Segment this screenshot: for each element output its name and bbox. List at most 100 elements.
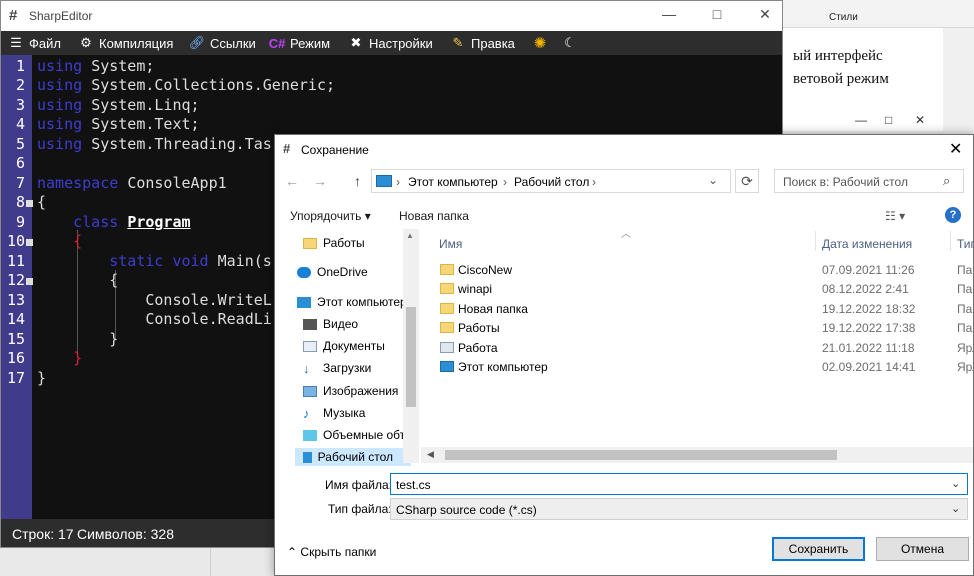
code-line[interactable]: Console.ReadLi (37, 310, 271, 328)
code-line[interactable]: class Program (37, 213, 190, 231)
light-theme-button[interactable]: ✺ (531, 34, 549, 52)
nav-item-downloads[interactable]: ↓ Загрузки (303, 361, 371, 375)
cloud-icon (297, 266, 311, 278)
dark-theme-button[interactable]: ☾ (561, 34, 579, 52)
nav-item-desktop[interactable]: Рабочий стол (295, 448, 411, 466)
file-row[interactable]: Работа21.01.2022 11:18Ярл (438, 338, 974, 357)
nav-item-raboty[interactable]: Работы (303, 236, 365, 250)
help-icon[interactable]: ? (945, 207, 961, 223)
file-row[interactable]: CiscoNew07.09.2021 11:26Пап (438, 260, 974, 279)
nav-item-this-pc[interactable]: Этот компьютер (297, 295, 407, 309)
hide-folders-button[interactable]: ⌃ Скрыть папки (287, 545, 376, 559)
code-line[interactable]: using System.Collections.Generic; (37, 76, 335, 94)
view-options-button[interactable]: ☷ ▾ (885, 209, 905, 223)
menu-file[interactable]: ☰ Файл (7, 34, 61, 52)
nav-item-video[interactable]: Видео (303, 317, 358, 331)
fold-marker[interactable] (26, 239, 33, 246)
code-line[interactable]: } (37, 369, 46, 387)
nav-item-3d-objects[interactable]: Объемные объ (303, 428, 407, 442)
filename-label: Имя файла: (325, 478, 392, 492)
menu-compile[interactable]: ⚙ Компиляция (77, 34, 173, 52)
column-name[interactable]: Имя (439, 237, 462, 251)
fold-marker[interactable] (26, 200, 33, 207)
up-button[interactable]: ↑ (354, 173, 361, 189)
new-folder-button[interactable]: Новая папка (399, 209, 469, 223)
maximize-button[interactable]: □ (707, 6, 727, 22)
documents-icon (303, 340, 317, 352)
computer-icon (376, 175, 392, 187)
left-pane-scrollbar[interactable]: ▲ (403, 229, 419, 463)
images-icon (303, 385, 317, 397)
chevron-down-icon[interactable]: ⌄ (951, 502, 960, 515)
menu-settings[interactable]: ✖ Настройки (347, 34, 433, 52)
save-button[interactable]: Сохранить (772, 537, 865, 561)
maximize-button[interactable]: □ (885, 113, 892, 127)
line-number: 14 (6, 310, 25, 328)
desktop-icon (303, 451, 312, 463)
file-row[interactable]: Этот компьютер02.09.2021 14:41Ярл (438, 357, 974, 376)
scroll-left-arrow[interactable]: ◀ (427, 449, 434, 460)
nav-item-documents[interactable]: Документы (303, 339, 385, 353)
menu-mode[interactable]: C# Режим (268, 34, 330, 52)
file-row[interactable]: Работы19.12.2022 17:38Пап (438, 318, 974, 337)
dialog-title-bar[interactable]: # Сохранение ✕ (275, 135, 973, 163)
forward-button[interactable]: → (313, 173, 327, 189)
code-line[interactable]: using System.Threading.Tas (37, 135, 272, 153)
nav-item-images[interactable]: Изображения (303, 384, 398, 398)
code-line[interactable]: { (37, 271, 118, 289)
code-line[interactable]: namespace ConsoleApp1 (37, 174, 227, 192)
3d-objects-icon (303, 429, 317, 441)
column-date[interactable]: Дата изменения (822, 237, 912, 251)
fold-marker[interactable] (26, 278, 33, 285)
refresh-button[interactable]: ⟳ (735, 169, 759, 193)
code-line[interactable]: using System; (37, 57, 154, 75)
file-row[interactable]: Новая папка19.12.2022 18:32Пап (438, 299, 974, 318)
styles-label[interactable]: Стили (829, 12, 858, 23)
file-row[interactable]: winapi08.12.2022 2:41Пап (438, 279, 974, 298)
hash-icon: # (283, 141, 291, 156)
minimize-button[interactable]: — (855, 113, 867, 127)
search-input[interactable]: Поиск в: Рабочий стол ⌕ (774, 169, 964, 193)
link-icon: 🔗︎ (188, 35, 206, 50)
code-line[interactable]: { (37, 232, 82, 250)
filetype-select[interactable]: CSharp source code (*.cs) ⌄ (390, 498, 968, 520)
code-line[interactable]: { (37, 193, 46, 211)
moon-icon: ☾ (564, 35, 576, 50)
code-line[interactable]: } (37, 330, 118, 348)
filename-input[interactable]: test.cs ⌄ (390, 473, 968, 495)
title-bar[interactable]: # SharpEditor — □ ✕ (1, 1, 782, 31)
folder-icon (440, 283, 454, 294)
close-button[interactable]: ✕ (949, 139, 962, 159)
cancel-button[interactable]: Отмена (876, 537, 969, 561)
document-text-line: ый интерфейс (793, 48, 883, 64)
nav-item-onedrive[interactable]: OneDrive (297, 265, 368, 279)
file-list-hscrollbar[interactable]: ◀ (421, 447, 973, 463)
minimize-button[interactable]: — (659, 6, 679, 22)
address-bar[interactable]: › Этот компьютер › Рабочий стол › ⌄ (371, 169, 731, 193)
chevron-down-icon[interactable]: ⌄ (708, 173, 718, 187)
back-button[interactable]: ← (285, 173, 299, 189)
chevron-down-icon[interactable]: ⌄ (951, 477, 960, 490)
menu-links[interactable]: 🔗︎ Ссылки (188, 34, 256, 52)
scroll-thumb[interactable] (445, 450, 837, 460)
code-line[interactable]: static void Main(s (37, 252, 272, 270)
menu-edit[interactable]: ✎ Правка (449, 34, 515, 52)
nav-item-music[interactable]: ♪ Музыка (303, 406, 365, 420)
close-button[interactable]: ✕ (915, 113, 925, 127)
code-line[interactable]: using System.Text; (37, 115, 200, 133)
menu-lines-icon: ☰ (10, 35, 22, 50)
scroll-thumb[interactable] (406, 307, 416, 407)
organize-button[interactable]: Упорядочить ▾ (290, 209, 371, 223)
scroll-up-arrow[interactable]: ▲ (406, 231, 414, 240)
code-line[interactable]: Console.WriteL (37, 291, 271, 309)
close-button[interactable]: ✕ (755, 6, 775, 23)
line-number: 15 (6, 330, 25, 348)
line-count: Строк: 17 (12, 526, 74, 542)
window-title: SharpEditor (29, 9, 93, 23)
breadcrumb-item[interactable]: Рабочий стол (514, 175, 589, 189)
column-type[interactable]: Тип (957, 237, 974, 251)
code-line[interactable]: } (37, 349, 82, 367)
breadcrumb-item[interactable]: Этот компьютер (408, 175, 498, 189)
code-line[interactable]: using System.Linq; (37, 96, 200, 114)
folder-icon (440, 322, 454, 333)
